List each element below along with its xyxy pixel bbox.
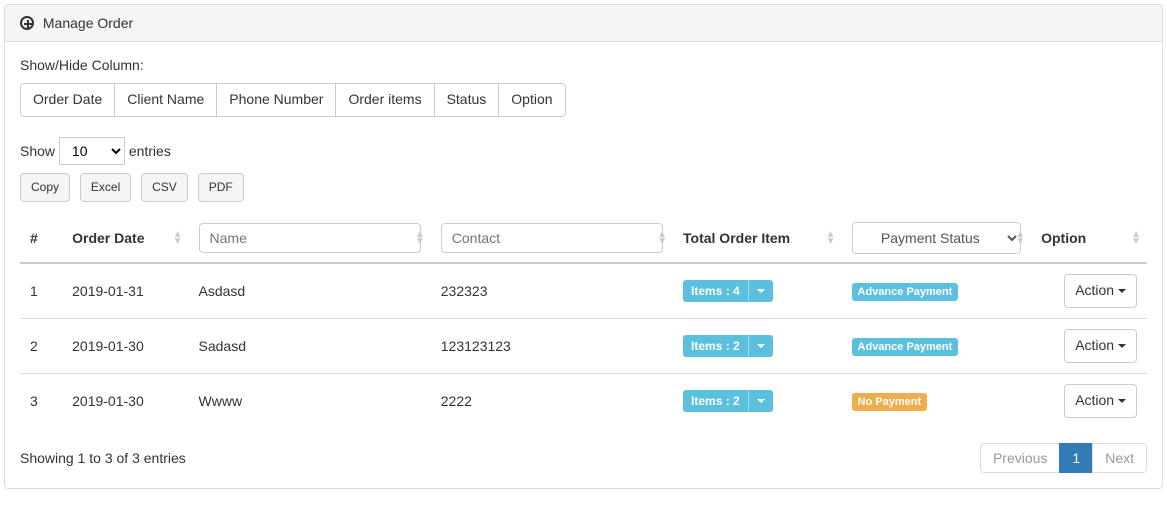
cell-total-item: Items : 2 bbox=[673, 319, 842, 374]
chevron-down-icon bbox=[1118, 344, 1126, 348]
action-button[interactable]: Action bbox=[1064, 274, 1137, 308]
action-button-label: Action bbox=[1075, 392, 1118, 408]
plus-circle-icon bbox=[20, 16, 34, 30]
export-csv[interactable]: CSV bbox=[141, 173, 188, 202]
col-option[interactable]: Option ▲▼ bbox=[1031, 214, 1147, 263]
cell-payment-status: Advance Payment bbox=[842, 319, 1032, 374]
cell-contact: 2222 bbox=[431, 374, 673, 428]
cell-option: Action bbox=[1031, 319, 1147, 374]
payment-status-badge: Advance Payment bbox=[852, 338, 959, 356]
page-1[interactable]: 1 bbox=[1059, 443, 1093, 473]
colvis-client-name[interactable]: Client Name bbox=[114, 83, 217, 117]
filter-payment-status-select[interactable]: Payment Status bbox=[852, 222, 1022, 254]
col-total-item[interactable]: Total Order Item ▲▼ bbox=[673, 214, 842, 263]
action-button-label: Action bbox=[1075, 337, 1118, 353]
col-index[interactable]: # bbox=[20, 214, 62, 263]
manage-order-panel: Manage Order Show/Hide Column: Order Dat… bbox=[4, 4, 1163, 489]
colvis-option[interactable]: Option bbox=[498, 83, 565, 117]
sort-icon: ▲▼ bbox=[1131, 231, 1141, 245]
table-info: Showing 1 to 3 of 3 entries bbox=[20, 450, 186, 466]
cell-contact: 232323 bbox=[431, 263, 673, 318]
col-name: ▲▼ bbox=[189, 214, 431, 263]
col-payment-status: Payment Status ▲▼ bbox=[842, 214, 1032, 263]
cell-order-date: 2019-01-31 bbox=[62, 263, 188, 318]
items-badge-label: Items : 2 bbox=[683, 390, 748, 412]
items-badge-label: Items : 2 bbox=[683, 335, 748, 357]
pagination: Previous 1 Next bbox=[980, 443, 1147, 473]
filter-name-input[interactable] bbox=[199, 223, 421, 253]
length-control: Show 10 entries bbox=[20, 137, 1147, 165]
chevron-down-icon bbox=[748, 390, 773, 412]
cell-client-name: Wwww bbox=[189, 374, 431, 428]
cell-payment-status: No Payment bbox=[842, 374, 1032, 428]
filter-contact-input[interactable] bbox=[441, 223, 663, 253]
items-badge[interactable]: Items : 2 bbox=[683, 390, 773, 412]
cell-order-date: 2019-01-30 bbox=[62, 374, 188, 428]
items-badge-label: Items : 4 bbox=[683, 280, 748, 302]
page-previous[interactable]: Previous bbox=[980, 443, 1060, 473]
cell-client-name: Sadasd bbox=[189, 319, 431, 374]
payment-status-badge: No Payment bbox=[852, 393, 928, 411]
cell-contact: 123123123 bbox=[431, 319, 673, 374]
table-row: 12019-01-31Asdasd232323 Items : 4 Advance … bbox=[20, 263, 1147, 318]
items-badge[interactable]: Items : 4 bbox=[683, 280, 773, 302]
orders-table: # Order Date ▲▼ ▲▼ ▲▼ Tota bbox=[20, 214, 1147, 428]
cell-index: 3 bbox=[20, 374, 62, 428]
sort-icon: ▲▼ bbox=[1015, 231, 1025, 245]
action-button[interactable]: Action bbox=[1064, 384, 1137, 418]
col-order-date[interactable]: Order Date ▲▼ bbox=[62, 214, 188, 263]
cell-order-date: 2019-01-30 bbox=[62, 319, 188, 374]
cell-payment-status: Advance Payment bbox=[842, 263, 1032, 318]
table-row: 22019-01-30Sadasd123123123 Items : 2 Advan… bbox=[20, 319, 1147, 374]
cell-option: Action bbox=[1031, 263, 1147, 318]
cell-index: 1 bbox=[20, 263, 62, 318]
export-copy[interactable]: Copy bbox=[20, 173, 70, 202]
payment-status-badge: Advance Payment bbox=[852, 283, 959, 301]
export-buttons: Copy Excel CSV PDF bbox=[20, 173, 1147, 202]
colvis-order-items[interactable]: Order items bbox=[335, 83, 434, 117]
sort-icon: ▲▼ bbox=[415, 231, 425, 245]
sort-icon: ▲▼ bbox=[173, 231, 183, 245]
sort-icon: ▲▼ bbox=[657, 231, 667, 245]
page-next[interactable]: Next bbox=[1092, 443, 1147, 473]
colvis-order-date[interactable]: Order Date bbox=[20, 83, 115, 117]
cell-total-item: Items : 4 bbox=[673, 263, 842, 318]
chevron-down-icon bbox=[1118, 289, 1126, 293]
items-badge[interactable]: Items : 2 bbox=[683, 335, 773, 357]
panel-heading: Manage Order bbox=[5, 5, 1162, 42]
panel-title: Manage Order bbox=[43, 15, 133, 31]
cell-index: 2 bbox=[20, 319, 62, 374]
cell-total-item: Items : 2 bbox=[673, 374, 842, 428]
cell-option: Action bbox=[1031, 374, 1147, 428]
action-button-label: Action bbox=[1075, 282, 1118, 298]
export-pdf[interactable]: PDF bbox=[198, 173, 244, 202]
colvis-status[interactable]: Status bbox=[434, 83, 500, 117]
chevron-down-icon bbox=[748, 280, 773, 302]
colvis-button-group: Order Date Client Name Phone Number Orde… bbox=[20, 83, 1147, 117]
cell-client-name: Asdasd bbox=[189, 263, 431, 318]
colvis-phone-number[interactable]: Phone Number bbox=[216, 83, 336, 117]
chevron-down-icon bbox=[1118, 399, 1126, 403]
sort-icon: ▲▼ bbox=[826, 231, 836, 245]
chevron-down-icon bbox=[748, 335, 773, 357]
length-prefix: Show bbox=[20, 143, 55, 159]
export-excel[interactable]: Excel bbox=[80, 173, 131, 202]
action-button[interactable]: Action bbox=[1064, 329, 1137, 363]
table-row: 32019-01-30Wwww2222 Items : 2 No Payment Ac… bbox=[20, 374, 1147, 428]
length-select[interactable]: 10 bbox=[59, 137, 125, 165]
length-suffix: entries bbox=[129, 143, 171, 159]
col-contact: ▲▼ bbox=[431, 214, 673, 263]
colvis-label: Show/Hide Column: bbox=[20, 57, 1147, 73]
